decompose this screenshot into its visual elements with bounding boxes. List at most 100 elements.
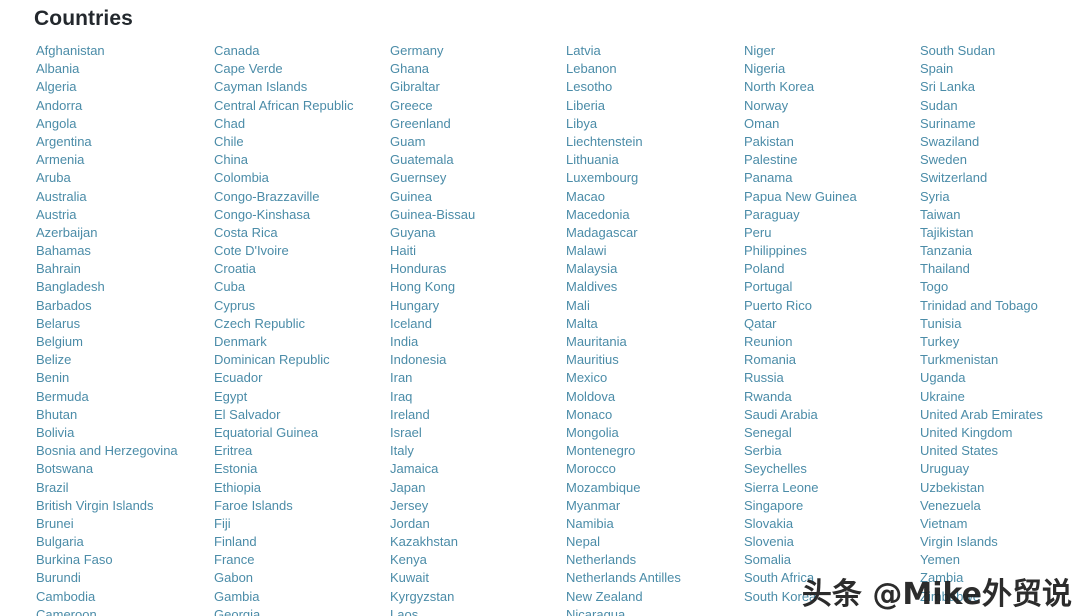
country-link[interactable]: Iraq xyxy=(390,388,566,406)
country-link[interactable]: Guatemala xyxy=(390,151,566,169)
country-link[interactable]: Aruba xyxy=(36,169,214,187)
country-link[interactable]: Cape Verde xyxy=(214,60,390,78)
country-link[interactable]: Gabon xyxy=(214,569,390,587)
country-link[interactable]: Laos xyxy=(390,606,566,616)
country-link[interactable]: Turkey xyxy=(920,333,1080,351)
country-link[interactable]: Rwanda xyxy=(744,388,920,406)
country-link[interactable]: Guinea xyxy=(390,188,566,206)
country-link[interactable]: Bhutan xyxy=(36,406,214,424)
country-link[interactable]: Thailand xyxy=(920,260,1080,278)
country-link[interactable]: Denmark xyxy=(214,333,390,351)
country-link[interactable]: Austria xyxy=(36,206,214,224)
country-link[interactable]: Guyana xyxy=(390,224,566,242)
country-link[interactable]: Madagascar xyxy=(566,224,744,242)
country-link[interactable]: Nepal xyxy=(566,533,744,551)
country-link[interactable]: Kyrgyzstan xyxy=(390,588,566,606)
country-link[interactable]: Kenya xyxy=(390,551,566,569)
country-link[interactable]: Benin xyxy=(36,369,214,387)
country-link[interactable]: Mali xyxy=(566,297,744,315)
country-link[interactable]: United Arab Emirates xyxy=(920,406,1080,424)
country-link[interactable]: Malta xyxy=(566,315,744,333)
country-link[interactable]: Philippines xyxy=(744,242,920,260)
country-link[interactable]: Liberia xyxy=(566,97,744,115)
country-link[interactable]: Congo-Kinshasa xyxy=(214,206,390,224)
country-link[interactable]: Bahamas xyxy=(36,242,214,260)
country-link[interactable]: Iceland xyxy=(390,315,566,333)
country-link[interactable]: Costa Rica xyxy=(214,224,390,242)
country-link[interactable]: Mozambique xyxy=(566,479,744,497)
country-link[interactable]: Namibia xyxy=(566,515,744,533)
country-link[interactable]: Sierra Leone xyxy=(744,479,920,497)
country-link[interactable]: Morocco xyxy=(566,460,744,478)
country-link[interactable]: Cuba xyxy=(214,278,390,296)
country-link[interactable]: Saudi Arabia xyxy=(744,406,920,424)
country-link[interactable]: Hong Kong xyxy=(390,278,566,296)
country-link[interactable]: Tajikistan xyxy=(920,224,1080,242)
country-link[interactable]: Azerbaijan xyxy=(36,224,214,242)
country-link[interactable]: Chile xyxy=(214,133,390,151)
country-link[interactable]: Canada xyxy=(214,42,390,60)
country-link[interactable]: Iran xyxy=(390,369,566,387)
country-link[interactable]: Fiji xyxy=(214,515,390,533)
country-link[interactable]: Cameroon xyxy=(36,606,214,616)
country-link[interactable]: Vietnam xyxy=(920,515,1080,533)
country-link[interactable]: Qatar xyxy=(744,315,920,333)
country-link[interactable]: Netherlands Antilles xyxy=(566,569,744,587)
country-link[interactable]: Lithuania xyxy=(566,151,744,169)
country-link[interactable]: Norway xyxy=(744,97,920,115)
country-link[interactable]: Swaziland xyxy=(920,133,1080,151)
country-link[interactable]: Kazakhstan xyxy=(390,533,566,551)
country-link[interactable]: New Zealand xyxy=(566,588,744,606)
country-link[interactable]: Moldova xyxy=(566,388,744,406)
country-link[interactable]: Finland xyxy=(214,533,390,551)
country-link[interactable]: Italy xyxy=(390,442,566,460)
country-link[interactable]: Jordan xyxy=(390,515,566,533)
country-link[interactable]: Jamaica xyxy=(390,460,566,478)
country-link[interactable]: Bolivia xyxy=(36,424,214,442)
country-link[interactable]: Portugal xyxy=(744,278,920,296)
country-link[interactable]: Zimbabwe xyxy=(920,588,1080,606)
country-link[interactable]: Nicaragua xyxy=(566,606,744,616)
country-link[interactable]: India xyxy=(390,333,566,351)
country-link[interactable]: Macedonia xyxy=(566,206,744,224)
country-link[interactable]: Syria xyxy=(920,188,1080,206)
country-link[interactable]: Cayman Islands xyxy=(214,78,390,96)
country-link[interactable]: Malawi xyxy=(566,242,744,260)
country-link[interactable]: Bahrain xyxy=(36,260,214,278)
country-link[interactable]: Brazil xyxy=(36,479,214,497)
country-link[interactable]: Lebanon xyxy=(566,60,744,78)
country-link[interactable]: Panama xyxy=(744,169,920,187)
country-link[interactable]: Colombia xyxy=(214,169,390,187)
country-link[interactable]: Somalia xyxy=(744,551,920,569)
country-link[interactable]: British Virgin Islands xyxy=(36,497,214,515)
country-link[interactable]: Palestine xyxy=(744,151,920,169)
country-link[interactable]: Brunei xyxy=(36,515,214,533)
country-link[interactable]: Serbia xyxy=(744,442,920,460)
country-link[interactable]: Bermuda xyxy=(36,388,214,406)
country-link[interactable]: Yemen xyxy=(920,551,1080,569)
country-link[interactable]: Mauritius xyxy=(566,351,744,369)
country-link[interactable]: Tunisia xyxy=(920,315,1080,333)
country-link[interactable]: Switzerland xyxy=(920,169,1080,187)
country-link[interactable]: Congo-Brazzaville xyxy=(214,188,390,206)
country-link[interactable]: Ireland xyxy=(390,406,566,424)
country-link[interactable]: Netherlands xyxy=(566,551,744,569)
country-link[interactable]: North Korea xyxy=(744,78,920,96)
country-link[interactable]: Czech Republic xyxy=(214,315,390,333)
country-link[interactable]: Eritrea xyxy=(214,442,390,460)
country-link[interactable]: Papua New Guinea xyxy=(744,188,920,206)
country-link[interactable]: Mongolia xyxy=(566,424,744,442)
country-link[interactable]: Singapore xyxy=(744,497,920,515)
country-link[interactable]: Albania xyxy=(36,60,214,78)
country-link[interactable]: Botswana xyxy=(36,460,214,478)
country-link[interactable]: Guam xyxy=(390,133,566,151)
country-link[interactable]: Guinea-Bissau xyxy=(390,206,566,224)
country-link[interactable]: Liechtenstein xyxy=(566,133,744,151)
country-link[interactable]: Mexico xyxy=(566,369,744,387)
country-link[interactable]: Spain xyxy=(920,60,1080,78)
country-link[interactable]: Myanmar xyxy=(566,497,744,515)
country-link[interactable]: Cambodia xyxy=(36,588,214,606)
country-link[interactable]: Niger xyxy=(744,42,920,60)
country-link[interactable]: El Salvador xyxy=(214,406,390,424)
country-link[interactable]: Tanzania xyxy=(920,242,1080,260)
